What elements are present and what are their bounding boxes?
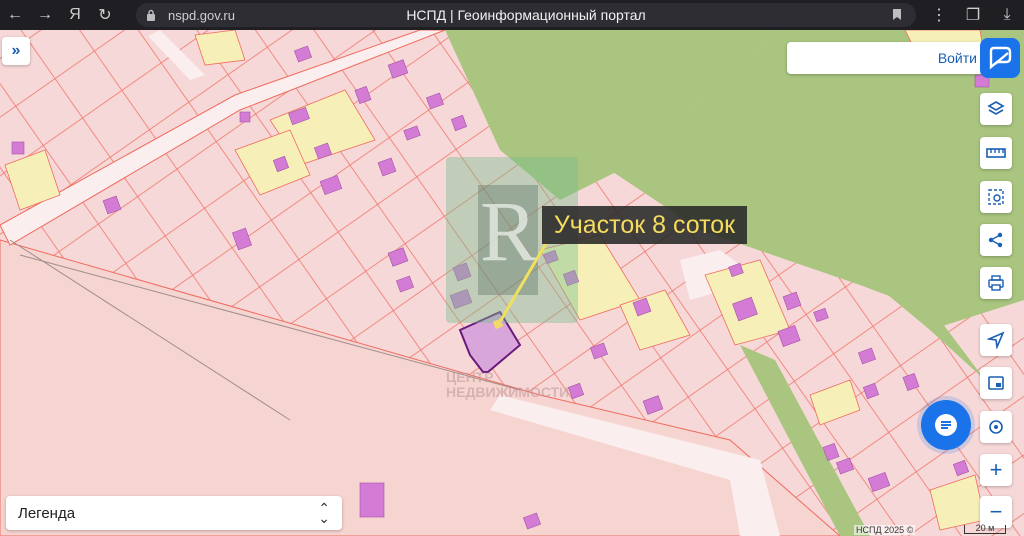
- watermark-logo-letter: R: [480, 183, 538, 279]
- layers-button[interactable]: [980, 93, 1012, 125]
- updown-chevron-icon: ⌃ ⌄: [318, 500, 330, 526]
- download-icon[interactable]: ⤓: [990, 0, 1024, 30]
- login-button[interactable]: Войти: [787, 42, 983, 74]
- location-button[interactable]: [980, 411, 1012, 443]
- copyright-text: НСПД 2025 ©: [854, 525, 916, 535]
- address-bar[interactable]: nspd.gov.ru НСПД | Геоинформационный пор…: [136, 3, 916, 27]
- bookmark-icon[interactable]: [892, 8, 902, 21]
- share-icon: [988, 232, 1003, 248]
- portal-logo-button[interactable]: [980, 38, 1020, 78]
- lock-icon: [147, 9, 155, 21]
- browser-toolbar: ← → Я ↻ nspd.gov.ru НСПД | Геоинформацио…: [0, 0, 1024, 30]
- chat-button[interactable]: [921, 400, 971, 450]
- map-view[interactable]: R ЦЕНТР НЕДВИЖИМОСТИ: [0, 30, 1024, 536]
- portal-logo-icon: [989, 46, 1012, 70]
- chat-icon: [935, 414, 957, 436]
- ruler-button[interactable]: [980, 137, 1012, 169]
- navigate-icon: [987, 331, 1005, 349]
- watermark-line1: ЦЕНТР: [446, 369, 494, 385]
- location-icon: [989, 420, 1003, 434]
- select-area-button[interactable]: [980, 181, 1012, 213]
- watermark-text: ЦЕНТР НЕДВИЖИМОСТИ: [446, 370, 569, 400]
- collections-icon[interactable]: ❐: [956, 0, 990, 30]
- share-button[interactable]: [980, 224, 1012, 256]
- layers-icon: [987, 101, 1005, 115]
- legend-label: Легенда: [18, 505, 76, 522]
- minimap-icon: [988, 376, 1004, 390]
- print-button[interactable]: [980, 267, 1012, 299]
- menu-dots-icon[interactable]: ⋮: [922, 0, 956, 30]
- print-icon: [988, 275, 1004, 291]
- forward-icon[interactable]: →: [30, 0, 60, 30]
- double-chevron-right-icon: »: [11, 42, 21, 59]
- scale-label: 20 м: [975, 523, 995, 533]
- minimap-button[interactable]: [980, 367, 1012, 399]
- select-area-icon: [988, 189, 1004, 205]
- zoom-out-icon: −: [989, 499, 1003, 524]
- scale-bar: 20 м: [964, 523, 1006, 534]
- parcel-annotation: Участок 8 соток: [542, 206, 747, 244]
- zoom-in-icon: +: [989, 457, 1003, 482]
- zoom-in-button[interactable]: +: [980, 454, 1012, 486]
- expand-panel-button[interactable]: »: [2, 37, 30, 65]
- legend-dropdown[interactable]: Легенда ⌃ ⌄: [6, 496, 342, 530]
- ruler-icon: [986, 148, 1006, 158]
- address-domain: nspd.gov.ru: [168, 7, 235, 23]
- back-icon[interactable]: ←: [0, 0, 30, 30]
- watermark-line2: НЕДВИЖИМОСТИ: [446, 384, 570, 400]
- login-label: Войти: [937, 50, 977, 66]
- navigate-button[interactable]: [980, 324, 1012, 356]
- reload-icon[interactable]: ↻: [90, 0, 120, 30]
- map-canvas: R: [0, 30, 1024, 536]
- yandex-icon[interactable]: Я: [60, 0, 90, 30]
- page-title: НСПД | Геоинформационный портал: [406, 7, 646, 23]
- annotation-text: Участок 8 соток: [553, 210, 736, 239]
